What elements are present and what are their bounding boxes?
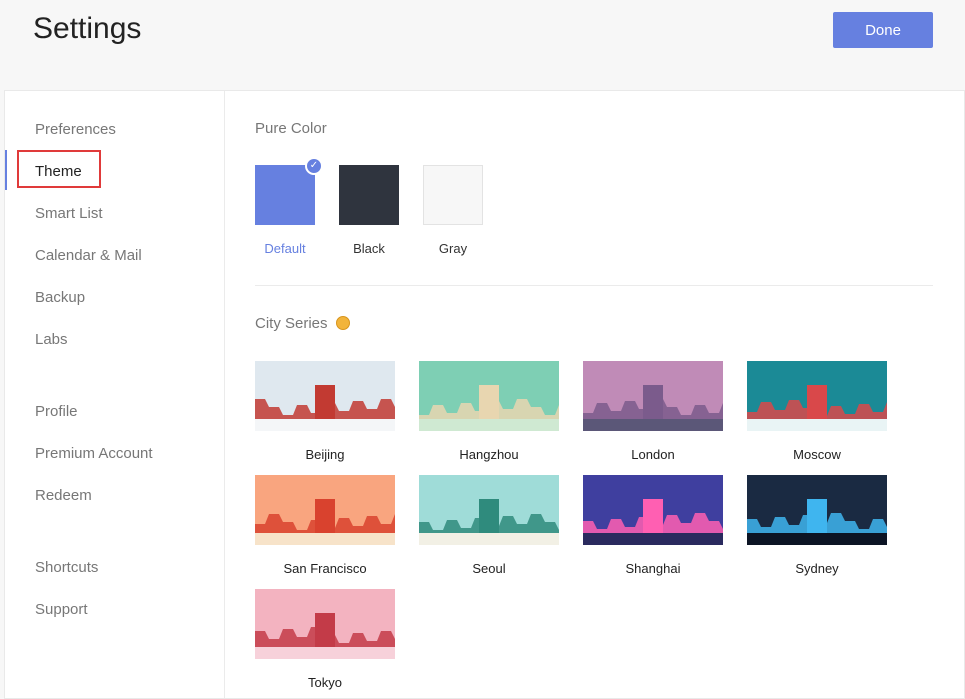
city-thumbnail <box>747 475 887 545</box>
page-title: Settings <box>33 12 142 45</box>
check-icon: ✓ <box>305 157 323 175</box>
header: Settings Done <box>0 0 965 90</box>
city-thumbnail <box>583 475 723 545</box>
theme-content: Pure Color ✓ Default Black Gray City Ser… <box>225 91 964 698</box>
city-theme-label: Sydney <box>795 561 839 576</box>
swatch-label-default: Default <box>264 241 306 256</box>
city-theme-label: Hangzhou <box>459 447 519 462</box>
city-theme-sydney[interactable]: Sydney <box>747 475 887 576</box>
swatch-default[interactable]: ✓ <box>255 157 323 225</box>
sidebar-item-shortcuts[interactable]: Shortcuts <box>35 559 98 576</box>
city-thumbnail <box>255 361 395 431</box>
sidebar-item-theme[interactable]: Theme <box>35 163 82 180</box>
section-divider <box>255 285 933 286</box>
city-thumbnail <box>419 361 559 431</box>
sidebar-item-calendar-mail[interactable]: Calendar & Mail <box>35 247 142 264</box>
settings-panel: Preferences Theme Smart List Calendar & … <box>4 90 965 699</box>
sidebar-item-smart-list[interactable]: Smart List <box>35 205 103 222</box>
city-theme-moscow[interactable]: Moscow <box>747 361 887 462</box>
sidebar-item-redeem[interactable]: Redeem <box>35 487 92 504</box>
city-theme-beijing[interactable]: Beijing <box>255 361 395 462</box>
city-thumbnail <box>255 589 395 659</box>
city-theme-label: Moscow <box>793 447 841 462</box>
city-theme-label: London <box>631 447 675 462</box>
city-thumbnail <box>583 361 723 431</box>
city-theme-london[interactable]: London <box>583 361 723 462</box>
pure-color-title: Pure Color <box>255 120 327 137</box>
smiley-emoji-icon <box>335 316 350 331</box>
swatch-label-gray: Gray <box>438 241 468 256</box>
sidebar: Preferences Theme Smart List Calendar & … <box>5 91 225 698</box>
sidebar-item-backup[interactable]: Backup <box>35 289 85 306</box>
city-theme-label: Tokyo <box>308 675 342 690</box>
swatch-black[interactable] <box>339 165 399 225</box>
city-theme-label: San Francisco <box>283 561 367 576</box>
city-thumbnail <box>747 361 887 431</box>
city-theme-label: Beijing <box>305 447 345 462</box>
city-series-title: City Series <box>255 315 350 332</box>
city-series-label: City Series <box>255 315 328 332</box>
sidebar-item-preferences[interactable]: Preferences <box>35 121 116 138</box>
city-theme-label: Shanghai <box>625 561 681 576</box>
city-thumbnail <box>255 475 395 545</box>
swatch-gray[interactable] <box>423 165 483 225</box>
city-theme-hangzhou[interactable]: Hangzhou <box>419 361 559 462</box>
city-theme-tokyo[interactable]: Tokyo <box>255 589 395 690</box>
sidebar-item-support[interactable]: Support <box>35 601 88 618</box>
city-theme-shanghai[interactable]: Shanghai <box>583 475 723 576</box>
sidebar-item-labs[interactable]: Labs <box>35 331 68 348</box>
active-indicator <box>5 150 7 190</box>
city-thumbnail <box>419 475 559 545</box>
city-theme-seoul[interactable]: Seoul <box>419 475 559 576</box>
done-button[interactable]: Done <box>833 12 933 48</box>
city-theme-label: Seoul <box>472 561 506 576</box>
city-theme-san-francisco[interactable]: San Francisco <box>255 475 395 576</box>
swatch-label-black: Black <box>353 241 385 256</box>
sidebar-item-profile[interactable]: Profile <box>35 403 78 420</box>
sidebar-item-premium-account[interactable]: Premium Account <box>35 445 153 462</box>
